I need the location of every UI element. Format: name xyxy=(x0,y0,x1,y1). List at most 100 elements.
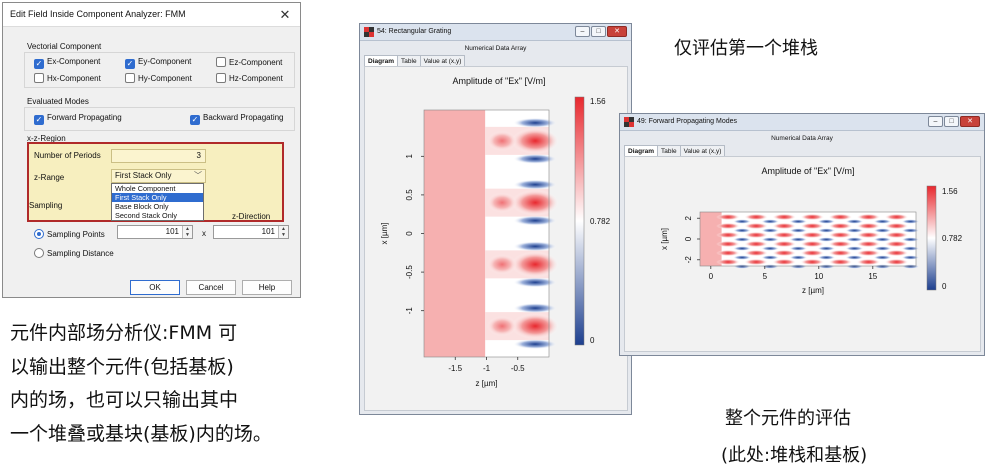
field-minimum xyxy=(789,246,808,251)
close-icon[interactable]: ✕ xyxy=(607,26,627,37)
maximize-icon[interactable]: □ xyxy=(944,116,959,127)
ok-button[interactable]: OK xyxy=(130,280,180,295)
sampling-points-x-input[interactable]: 101 ▲ ▼ xyxy=(117,225,193,239)
ez-component-checkbox[interactable]: Ez-Component xyxy=(216,57,282,67)
z-direction-label: z-Direction xyxy=(232,212,271,221)
window-titlebar[interactable]: 54: Rectangular Grating – □ ✕ xyxy=(360,24,631,41)
field-plot-2: Amplitude of "Ex" [V/m] 2 0 -2 0 5 10 15 z [µm] x… xyxy=(660,166,963,295)
field-minimum xyxy=(789,228,808,233)
field-maximum xyxy=(772,231,797,239)
tab-diagram[interactable]: Diagram xyxy=(364,55,399,66)
hy-component-checkbox[interactable]: Hy-Component xyxy=(125,73,192,83)
checkmark-icon: ✓ xyxy=(190,115,200,125)
field-minimum xyxy=(789,219,808,224)
field-maximum xyxy=(828,249,853,257)
field-maximum xyxy=(716,258,741,266)
minimize-icon[interactable]: – xyxy=(575,26,590,37)
forward-propagating-checkbox[interactable]: ✓ Forward Propagating xyxy=(34,113,122,125)
caption-top-right: 仅评估第一个堆栈 xyxy=(674,38,818,59)
field-maximum xyxy=(828,213,853,221)
tab-table[interactable]: Table xyxy=(397,55,421,66)
z-range-select[interactable]: First Stack Only ﹀ xyxy=(111,169,206,183)
checkmark-icon: ✓ xyxy=(34,115,44,125)
y-tick-label: 1 xyxy=(405,154,414,159)
colorbar-min-label: 0 xyxy=(590,336,595,345)
field-minimum xyxy=(817,255,836,260)
x-tick-label: 5 xyxy=(763,272,768,281)
field-maximum xyxy=(511,189,560,216)
help-button[interactable]: Help xyxy=(242,280,292,295)
dropdown-option-base-block[interactable]: Base Block Only xyxy=(112,202,203,211)
x-tick-label: -0.5 xyxy=(511,364,525,373)
minimize-icon[interactable]: – xyxy=(928,116,943,127)
field-maximum xyxy=(772,213,797,221)
field-maximum xyxy=(772,258,797,266)
hx-component-checkbox[interactable]: Hx-Component xyxy=(34,73,101,83)
tab-table[interactable]: Table xyxy=(657,145,681,156)
ex-component-checkbox[interactable]: ✓ Ex-Component xyxy=(34,57,100,69)
field-minimum xyxy=(733,255,752,260)
close-icon[interactable]: ✕ xyxy=(276,6,294,24)
tab-value-at-xy[interactable]: Value at (x,y) xyxy=(419,55,466,66)
field-minimum xyxy=(845,237,864,242)
hz-component-checkbox[interactable]: Hz-Component xyxy=(216,73,283,83)
hx-component-label: Hx-Component xyxy=(47,74,101,83)
spin-arrows-icon[interactable]: ▲ ▼ xyxy=(278,226,288,238)
field-maximum xyxy=(716,249,741,257)
window-titlebar[interactable]: 49: Forward Propagating Modes – □ ✕ xyxy=(620,114,984,131)
close-icon[interactable]: ✕ xyxy=(960,116,980,127)
field-maximum xyxy=(800,213,825,221)
maximize-icon[interactable]: □ xyxy=(591,26,606,37)
tab-diagram[interactable]: Diagram xyxy=(624,145,659,156)
field-minimum xyxy=(733,228,752,233)
field-minimum xyxy=(761,219,780,224)
forward-modes-window: 49: Forward Propagating Modes – □ ✕ Numeri… xyxy=(619,113,985,356)
colorbar xyxy=(574,96,585,346)
field-maximum xyxy=(487,130,518,151)
tab-value-at-xy[interactable]: Value at (x,y) xyxy=(679,145,726,156)
field-maximum xyxy=(884,258,909,266)
field-minimum xyxy=(901,246,920,251)
window-subtitle: Numerical Data Array xyxy=(464,45,527,52)
spin-arrows-icon[interactable]: ▲ ▼ xyxy=(182,226,192,238)
field-maximum xyxy=(744,222,769,230)
sampling-points-z-input[interactable]: 101 ▲ ▼ xyxy=(213,225,289,239)
dropdown-option-whole-component[interactable]: Whole Component xyxy=(112,184,203,193)
cancel-button[interactable]: Cancel xyxy=(186,280,236,295)
field-maximum xyxy=(772,249,797,257)
chart-title: Amplitude of "Ex" [V/m] xyxy=(453,76,546,86)
dialog-titlebar: Edit Field Inside Component Analyzer: FM… xyxy=(3,3,300,27)
field-minimum xyxy=(513,153,558,164)
field-minimum xyxy=(845,255,864,260)
field-minimum xyxy=(513,215,558,226)
backward-propagating-checkbox[interactable]: ✓ Backward Propagating xyxy=(190,113,284,125)
field-maximum xyxy=(856,222,881,230)
sampling-points-label: Sampling Points xyxy=(47,230,105,239)
field-maximum xyxy=(511,313,560,340)
dropdown-option-first-stack[interactable]: First Stack Only xyxy=(112,193,203,202)
field-maximum xyxy=(828,222,853,230)
field-minimum xyxy=(845,219,864,224)
z-range-dropdown-list: Whole Component First Stack Only Base Bl… xyxy=(111,183,204,221)
dropdown-option-second-stack[interactable]: Second Stack Only xyxy=(112,211,203,220)
window-controls: – □ ✕ xyxy=(574,26,627,38)
field-minimum xyxy=(513,339,558,350)
field-minimum xyxy=(817,228,836,233)
x-tick-label: -1 xyxy=(483,364,491,373)
field-minimum xyxy=(901,255,920,260)
field-minimum xyxy=(761,255,780,260)
field-minimum xyxy=(817,246,836,251)
field-plot-1: Amplitude of "Ex" [V/m] 1 0.5 0 -0.5 -1 -1.5 -1… xyxy=(380,76,611,388)
vectorial-group-label: Vectorial Component xyxy=(27,42,102,51)
field-minimum xyxy=(733,264,752,269)
sampling-points-radio[interactable]: Sampling Points xyxy=(34,229,105,239)
checkmark-icon: ✓ xyxy=(125,59,135,69)
colorbar xyxy=(926,185,937,291)
sampling-distance-radio[interactable]: Sampling Distance xyxy=(34,248,114,258)
ey-component-checkbox[interactable]: ✓ Ey-Component xyxy=(125,57,191,69)
field-maximum xyxy=(487,316,518,337)
window-title: 54: Rectangular Grating xyxy=(377,28,452,35)
ez-component-label: Ez-Component xyxy=(229,58,283,67)
number-of-periods-input[interactable]: 3 xyxy=(111,149,206,163)
uniform-field-region xyxy=(700,212,722,266)
